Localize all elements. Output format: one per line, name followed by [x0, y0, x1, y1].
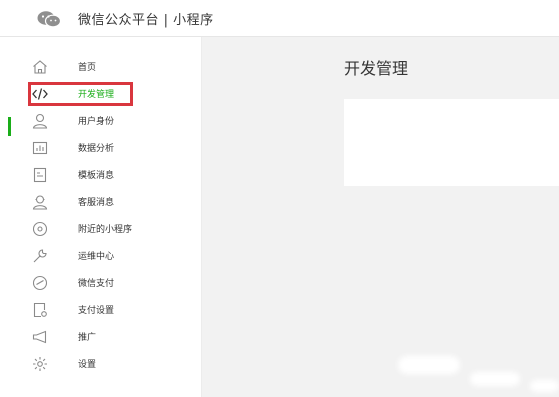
sidebar-item-label: 数据分析	[78, 144, 115, 154]
wrench-icon	[31, 247, 49, 265]
sidebar-item-label: 支付设置	[78, 306, 115, 316]
page-title: 开发管理	[344, 59, 409, 78]
payment-settings-icon	[31, 301, 49, 319]
sidebar-item-promotion[interactable]: 推广	[0, 326, 202, 348]
sidebar-item-customer-service[interactable]: 客服消息	[0, 191, 202, 213]
sidebar-item-nearby-mini-programs[interactable]: 附近的小程序	[0, 218, 202, 240]
sidebar-item-label: 推广	[78, 333, 97, 343]
sidebar-item-label: 用户身份	[78, 117, 115, 127]
customer-service-icon	[31, 193, 49, 211]
sidebar-item-label: 开发管理	[78, 90, 115, 100]
code-icon	[31, 85, 49, 103]
bar-chart-icon	[31, 139, 49, 157]
sidebar-item-wechat-pay[interactable]: 微信支付	[0, 272, 202, 294]
sidebar-item-ops-center[interactable]: 运维中心	[0, 245, 202, 267]
sidebar-nav: 首页 开发管理 用户身份 数据分析 模板消息 客服消息 附近的小程序 运维中心 …	[0, 37, 202, 397]
wechat-logo-icon[interactable]	[36, 10, 62, 28]
sidebar-item-home[interactable]: 首页	[0, 56, 202, 78]
gear-icon	[31, 355, 49, 373]
sidebar-item-data-analysis[interactable]: 数据分析	[0, 137, 202, 159]
content-card	[344, 99, 559, 186]
sidebar-item-label: 模板消息	[78, 171, 115, 181]
megaphone-icon	[31, 328, 49, 346]
sidebar-item-payment-settings[interactable]: 支付设置	[0, 299, 202, 321]
sidebar-item-user-identity[interactable]: 用户身份	[0, 110, 202, 132]
sidebar-item-template-message[interactable]: 模板消息	[0, 164, 202, 186]
sidebar-item-label: 设置	[78, 360, 97, 370]
app-title[interactable]: 微信公众平台 | 小程序	[78, 9, 214, 28]
payment-icon	[31, 274, 49, 292]
sidebar-item-label: 客服消息	[78, 198, 115, 208]
sidebar-item-label: 微信支付	[78, 279, 115, 289]
location-icon	[31, 220, 49, 238]
sidebar-item-settings[interactable]: 设置	[0, 353, 202, 375]
template-icon	[31, 166, 49, 184]
user-icon	[31, 112, 49, 130]
sidebar-item-dev-management[interactable]: 开发管理	[0, 83, 202, 105]
main-content: 开发管理	[202, 37, 559, 397]
top-bar: 微信公众平台 | 小程序	[0, 0, 559, 37]
sidebar-item-label: 首页	[78, 63, 97, 73]
home-icon	[31, 58, 49, 76]
sidebar-item-label: 运维中心	[78, 252, 115, 262]
sidebar-item-label: 附近的小程序	[78, 225, 133, 235]
